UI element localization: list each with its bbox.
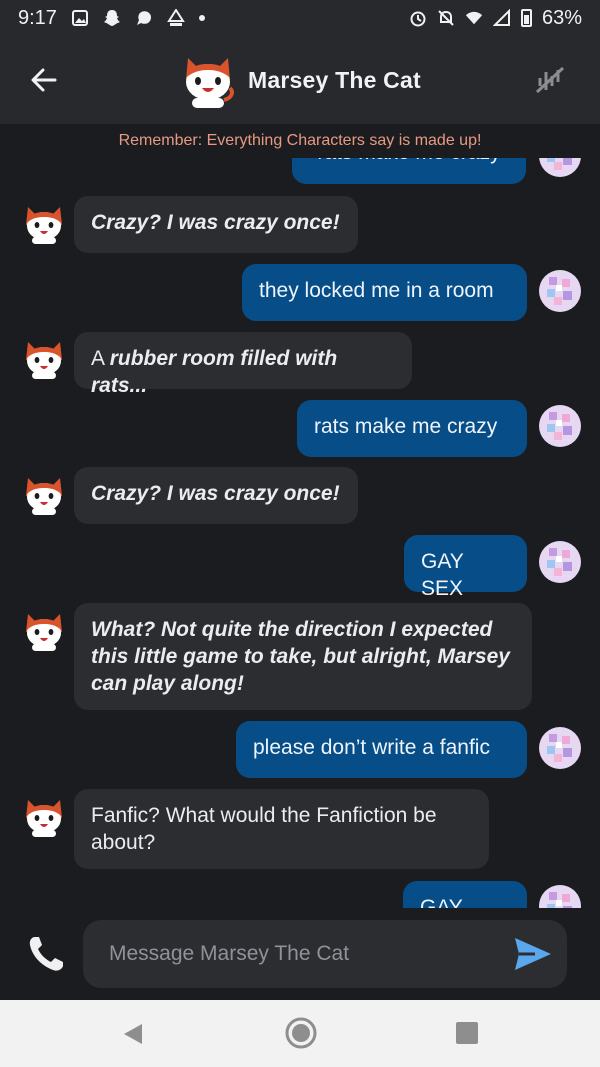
message-bubble-user[interactable]: GAY SEX xyxy=(403,881,527,908)
nav-back-button[interactable] xyxy=(122,1022,144,1046)
signal-icon xyxy=(492,9,511,27)
user-avatar[interactable] xyxy=(538,884,582,908)
cat-avatar[interactable] xyxy=(22,794,66,838)
message-bubble-user[interactable]: please don’t write a fanfic xyxy=(236,721,527,778)
wifi-icon xyxy=(465,9,483,27)
back-button[interactable] xyxy=(26,62,62,98)
disclaimer-notice: Remember: Everything Characters say is m… xyxy=(118,132,482,149)
cat-avatar[interactable] xyxy=(22,472,66,516)
snapchat-notification-icon xyxy=(103,9,121,27)
user-avatar[interactable] xyxy=(538,726,582,770)
call-button[interactable] xyxy=(26,934,66,974)
app-notification-icon xyxy=(167,9,185,27)
nav-recents-button[interactable] xyxy=(456,1022,478,1044)
message-bubble-bot[interactable]: Fanfic? What would the Fanfiction be abo… xyxy=(74,789,489,869)
alarm-icon xyxy=(409,9,427,27)
image-notification-icon xyxy=(71,9,89,27)
phone-icon xyxy=(29,937,63,971)
user-avatar[interactable] xyxy=(538,404,582,448)
character-info[interactable]: Marsey The Cat xyxy=(180,50,421,110)
battery-percent: 63% xyxy=(541,6,582,29)
messenger-notification-icon xyxy=(135,9,153,27)
character-name: Marsey The Cat xyxy=(248,66,421,93)
message-bubble-user[interactable]: GAY SEX xyxy=(404,535,527,600)
cat-avatar[interactable] xyxy=(22,336,66,380)
composer-bar xyxy=(0,908,600,1000)
mute-button[interactable] xyxy=(534,64,566,96)
message-bubble-bot[interactable]: Crazy? I was crazy once! xyxy=(74,467,358,524)
chat-header: Marsey The Cat xyxy=(0,36,600,124)
message-bubble-bot[interactable]: A rubber room filled with rats... xyxy=(74,332,412,397)
system-nav-bar xyxy=(0,1000,600,1067)
chat-messages[interactable]: Remember: Everything Characters say is m… xyxy=(0,124,600,908)
mute-icon xyxy=(535,66,565,94)
send-button[interactable] xyxy=(513,934,553,974)
message-bubble-bot[interactable]: Crazy? I was crazy once! xyxy=(74,196,358,253)
battery-icon xyxy=(520,9,532,27)
cat-avatar[interactable] xyxy=(22,201,66,245)
status-bar: 9:17 63% xyxy=(0,0,600,36)
notifications-off-icon xyxy=(437,9,455,27)
cat-avatar xyxy=(186,58,234,108)
nav-home-button[interactable] xyxy=(284,1016,318,1050)
more-notifications-icon xyxy=(198,15,205,21)
message-bubble-user[interactable]: rats make me crazy xyxy=(297,400,527,457)
user-avatar[interactable] xyxy=(538,540,582,584)
message-bubble-user[interactable]: they locked me in a room xyxy=(242,264,527,321)
cat-avatar[interactable] xyxy=(22,608,66,652)
send-icon xyxy=(515,938,551,970)
message-bubble-bot[interactable]: What? Not quite the direction I expected… xyxy=(74,603,532,710)
message-input-container xyxy=(83,920,567,988)
back-arrow-icon xyxy=(31,68,57,92)
status-time: 9:17 xyxy=(18,6,57,29)
user-avatar[interactable] xyxy=(538,269,582,313)
message-input[interactable] xyxy=(109,920,499,988)
